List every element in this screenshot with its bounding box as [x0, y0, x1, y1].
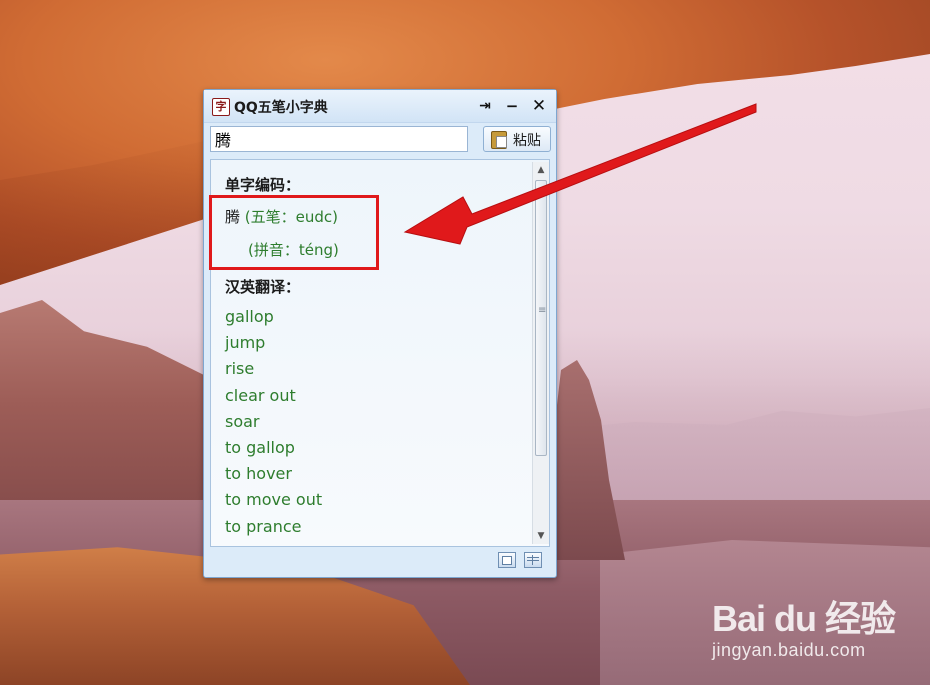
scroll-thumb[interactable]: ≡ [535, 180, 547, 456]
annotation-highlight-box [209, 195, 379, 270]
vertical-scrollbar[interactable]: ▲ ≡ ▼ [532, 162, 549, 544]
search-input[interactable] [210, 126, 468, 152]
translation-item[interactable]: to hover [225, 461, 322, 487]
paste-button-label: 粘贴 [513, 133, 541, 149]
translation-list: gallop jump rise clear out soar to gallo… [225, 304, 322, 540]
translation-item[interactable]: jump [225, 330, 322, 356]
translation-item[interactable]: to gallop [225, 435, 322, 461]
translation-section-title: 汉英翻译： [225, 278, 301, 296]
translation-item[interactable]: gallop [225, 304, 322, 330]
code-section-title: 单字编码： [225, 176, 301, 194]
dictionary-app-icon: 字 [212, 98, 230, 116]
watermark-url: jingyan.baidu.com [712, 640, 866, 660]
translation-item[interactable]: to move out [225, 487, 322, 513]
translation-item[interactable]: soar [225, 409, 322, 435]
scroll-grip-icon: ≡ [538, 305, 547, 316]
minimize-icon[interactable]: − [501, 95, 523, 117]
scroll-up-arrow-icon[interactable]: ▲ [533, 162, 549, 178]
clipboard-icon [491, 131, 507, 149]
watermark-logo: Bai du 经验 [712, 598, 896, 639]
pin-icon[interactable]: ⇥ [474, 95, 496, 117]
scroll-down-arrow-icon[interactable]: ▼ [533, 528, 549, 544]
close-icon[interactable]: ✕ [528, 95, 550, 117]
dictionary-book-icon[interactable] [524, 552, 542, 568]
copy-icon[interactable] [498, 552, 516, 568]
window-title: QQ五笔小字典 [234, 100, 328, 116]
translation-item[interactable]: rise [225, 356, 322, 382]
paste-button[interactable]: 粘贴 [483, 126, 551, 152]
title-bar[interactable]: 字 QQ五笔小字典 ⇥ − ✕ [204, 90, 556, 123]
translation-item[interactable]: clear out [225, 383, 322, 409]
dictionary-window: 字 QQ五笔小字典 ⇥ − ✕ 粘贴 单字编码： 腾 (五笔：eudc) (拼音… [203, 89, 557, 578]
translation-item[interactable]: to prance [225, 514, 322, 540]
baidu-jingyan-watermark: Bai du 经验 jingyan.baidu.com [712, 590, 922, 661]
